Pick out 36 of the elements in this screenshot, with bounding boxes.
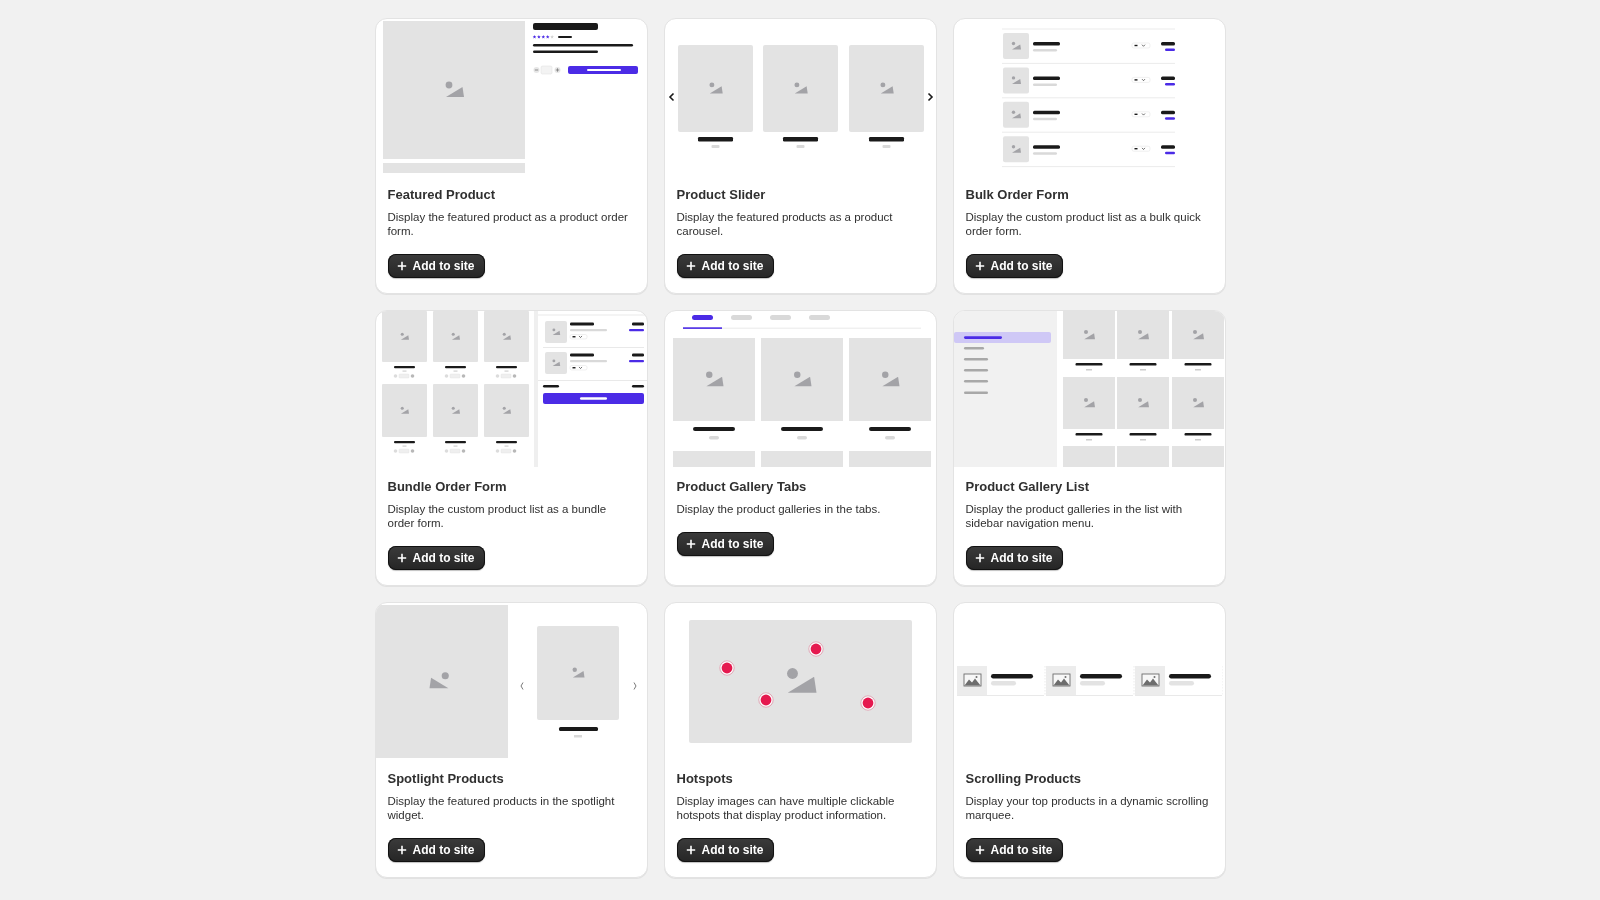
- plus-icon: [974, 261, 985, 271]
- plus-icon: [685, 261, 696, 271]
- card-title: Product Slider: [676, 187, 766, 203]
- card-description: Display the featured product as a product order form.: [387, 210, 629, 238]
- card-description: Display the featured products as a product carousel.: [676, 210, 894, 238]
- card-description: Display the custom product list as a bundle order form.: [387, 502, 608, 530]
- card-title: Spotlight Products: [387, 771, 504, 787]
- card-description: Display the product galleries in the tabs.: [676, 502, 881, 516]
- plus-icon: [685, 845, 696, 855]
- card-description: Display the custom product list as a bulk quick order form.: [965, 210, 1202, 238]
- add-to-site-button[interactable]: Add to site: [387, 838, 485, 862]
- plus-icon: [685, 539, 696, 549]
- card-title: Bundle Order Form: [387, 479, 507, 495]
- card-description: Display your top products in a dynamic scrolling marquee.: [965, 794, 1210, 822]
- plus-icon: [974, 845, 985, 855]
- add-to-site-button[interactable]: Add to site: [387, 254, 485, 278]
- add-to-site-button[interactable]: Add to site: [676, 838, 774, 862]
- card-title: Product Gallery Tabs: [676, 479, 807, 495]
- add-to-site-button[interactable]: Add to site: [965, 254, 1063, 278]
- card-title: Bulk Order Form: [965, 187, 1069, 203]
- card-description: Display the featured products in the spotlight widget.: [387, 794, 616, 822]
- plus-icon: [974, 553, 985, 563]
- add-to-site-button[interactable]: Add to site: [676, 532, 774, 556]
- card-description: Display images can have multiple clickable hotspots that display product information.: [676, 794, 896, 822]
- plus-icon: [396, 553, 407, 563]
- add-to-site-button[interactable]: Add to site: [965, 546, 1063, 570]
- card-title: Featured Product: [387, 187, 496, 203]
- add-to-site-button[interactable]: Add to site: [676, 254, 774, 278]
- plus-icon: [396, 845, 407, 855]
- card-title: Product Gallery List: [965, 479, 1090, 495]
- card-description: Display the product galleries in the list with sidebar navigation menu.: [965, 502, 1184, 530]
- card-title: Scrolling Products: [965, 771, 1082, 787]
- plus-icon: [396, 261, 407, 271]
- card-title: Hotspots: [676, 771, 733, 787]
- add-to-site-button[interactable]: Add to site: [387, 546, 485, 570]
- add-to-site-button[interactable]: Add to site: [965, 838, 1063, 862]
